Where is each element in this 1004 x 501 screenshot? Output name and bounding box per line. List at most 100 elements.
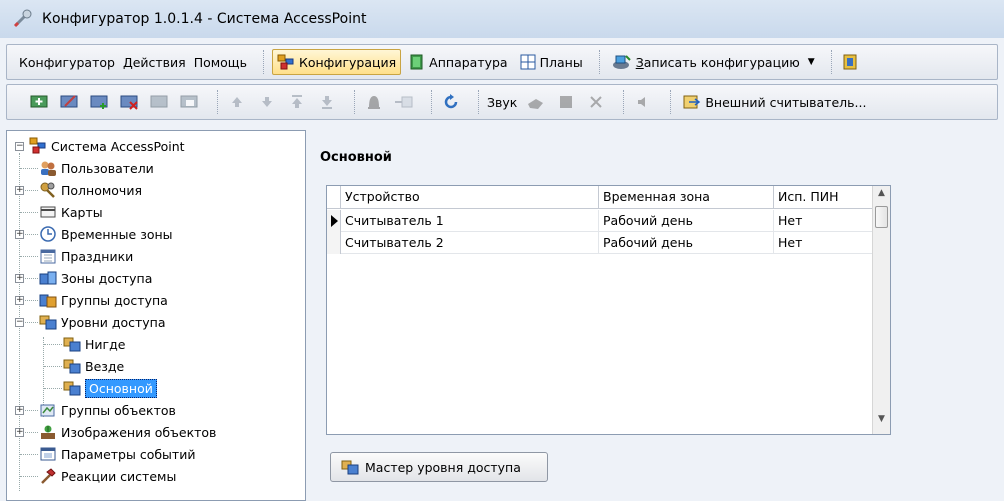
tree-root[interactable]: − Система AccessPoint <box>7 135 185 157</box>
tree-item-level-main[interactable]: Основной <box>7 377 157 399</box>
column-header-pin[interactable]: Исп. ПИН <box>774 186 874 209</box>
add-subitem-icon[interactable] <box>89 91 111 113</box>
users-icon <box>41 161 56 176</box>
expand-icon[interactable]: + <box>15 186 24 195</box>
access-level-wizard-button[interactable]: Мастер уровня доступа <box>330 452 548 482</box>
window-title: Конфигуратор 1.0.1.4 - Система AccessPoi… <box>42 11 367 27</box>
cell-time-zone[interactable]: Рабочий день <box>599 232 774 254</box>
copy-item-icon[interactable] <box>179 91 201 113</box>
view-configuration-button[interactable]: Конфигурация <box>271 49 402 75</box>
app-wrench-icon <box>13 9 32 28</box>
external-reader-button[interactable]: Внешний считыватель... <box>679 89 870 115</box>
scroll-thumb[interactable] <box>875 206 888 228</box>
column-header-time-zone[interactable]: Временная зона <box>599 186 774 209</box>
navigation-tree: − Система AccessPoint Пользователи + Пол… <box>6 130 306 501</box>
toolbar: Звук Внешний считыватель... <box>6 84 998 120</box>
access-level-icon <box>63 381 81 396</box>
access-level-icon <box>63 359 81 374</box>
cell-pin[interactable]: Нет <box>774 232 874 254</box>
delete-item-icon[interactable] <box>119 91 141 113</box>
menu-help[interactable]: Помощь <box>194 55 247 70</box>
collapse-icon[interactable]: − <box>15 318 24 327</box>
chevron-down-icon[interactable]: ▼ <box>808 57 815 67</box>
separator <box>623 90 625 114</box>
separator <box>670 90 672 114</box>
bell-icon[interactable] <box>363 91 385 113</box>
edit-item-icon[interactable] <box>59 91 81 113</box>
write-config-button[interactable]: Записать конфигурацию ▼ <box>608 49 819 75</box>
tree-item-cards[interactable]: Карты <box>7 201 103 223</box>
tree-item-label: Реакции системы <box>61 468 177 484</box>
tree-item-time-zones[interactable]: + Временные зоны <box>7 223 173 245</box>
cell-pin[interactable]: Нет <box>774 210 874 232</box>
arrow-down-icon[interactable] <box>256 91 278 113</box>
move-item-icon[interactable] <box>149 91 171 113</box>
hardware-icon <box>410 54 423 70</box>
tree-item-holidays[interactable]: Праздники <box>7 245 133 267</box>
hammer-icon <box>41 468 56 484</box>
separator <box>354 90 355 114</box>
tree-item-object-groups[interactable]: + Группы объектов <box>7 399 176 421</box>
info-book-icon[interactable] <box>842 54 860 70</box>
tree-item-users[interactable]: Пользователи <box>7 157 154 179</box>
view-hardware-button[interactable]: Аппаратура <box>405 49 511 75</box>
close-icon[interactable] <box>585 91 607 113</box>
sound-label[interactable]: Звук <box>487 95 517 110</box>
view-plans-label: Планы <box>539 54 583 70</box>
tree-item-system-reactions[interactable]: Реакции системы <box>7 465 176 487</box>
sound-play-icon[interactable] <box>525 91 547 113</box>
scroll-down-icon[interactable]: ▼ <box>873 414 890 432</box>
scroll-up-icon[interactable]: ▲ <box>873 188 890 206</box>
tree-item-level-everywhere[interactable]: Везде <box>7 355 124 377</box>
table-row[interactable]: Считыватель 2 Рабочий день Нет <box>327 232 874 254</box>
arrow-up-icon[interactable] <box>226 91 248 113</box>
tree-item-label-selected: Основной <box>85 378 157 398</box>
tree-item-access-levels[interactable]: − Уровни доступа <box>7 311 166 333</box>
wizard-button-label: Мастер уровня доступа <box>365 459 521 475</box>
tree-item-access-zones[interactable]: + Зоны доступа <box>7 267 152 289</box>
object-image-icon <box>41 425 55 439</box>
sound-stop-icon[interactable] <box>555 91 577 113</box>
expand-icon[interactable]: + <box>15 406 24 415</box>
table-row[interactable]: Считыватель 1 Рабочий день Нет <box>327 210 874 232</box>
expand-icon[interactable]: + <box>15 296 24 305</box>
write-config-label: Записать конфигурацию <box>635 54 800 70</box>
add-item-icon[interactable] <box>29 91 51 113</box>
separator <box>478 90 479 114</box>
cell-time-zone[interactable]: Рабочий день <box>599 210 774 232</box>
separator <box>598 50 600 74</box>
expand-icon[interactable]: + <box>15 428 24 437</box>
card-icon <box>40 206 56 218</box>
view-configuration-label: Конфигурация <box>298 54 397 70</box>
expand-icon[interactable]: + <box>15 230 24 239</box>
speaker-icon[interactable] <box>632 91 654 113</box>
expand-icon[interactable]: + <box>15 274 24 283</box>
collapse-icon[interactable]: − <box>15 142 24 151</box>
keys-icon <box>40 182 55 198</box>
menu-configurator[interactable]: Конфигуратор <box>19 55 115 70</box>
menu-actions[interactable]: Действия <box>123 55 186 70</box>
write-config-icon <box>612 55 631 69</box>
tree-root-label: Система AccessPoint <box>51 138 185 154</box>
tree-item-access-groups[interactable]: + Группы доступа <box>7 289 168 311</box>
move-top-icon[interactable] <box>286 91 308 113</box>
tree-item-level-nowhere[interactable]: Нигде <box>7 333 125 355</box>
event-params-icon <box>40 447 56 461</box>
page-title: Основной <box>320 150 392 165</box>
external-reader-icon <box>683 95 701 109</box>
clock-icon <box>40 226 56 242</box>
vertical-scrollbar[interactable]: ▲ ▼ <box>872 186 890 434</box>
import-icon[interactable] <box>393 91 415 113</box>
cell-device[interactable]: Считыватель 1 <box>341 210 599 232</box>
refresh-icon[interactable] <box>440 91 462 113</box>
tree-item-event-params[interactable]: Параметры событий <box>7 443 195 465</box>
view-plans-button[interactable]: Планы <box>516 49 587 75</box>
move-bottom-icon[interactable] <box>316 91 338 113</box>
cell-device[interactable]: Считыватель 2 <box>341 232 599 254</box>
tree-item-label: Пользователи <box>61 160 154 176</box>
tree-item-object-images[interactable]: + Изображения объектов <box>7 421 216 443</box>
menu-bar: Конфигуратор Действия Помощь Конфигураци… <box>6 44 998 80</box>
tree-item-permissions[interactable]: + Полномочия <box>7 179 142 201</box>
grid-header: Устройство Временная зона Исп. ПИН <box>327 186 874 209</box>
column-header-device[interactable]: Устройство <box>341 186 599 209</box>
